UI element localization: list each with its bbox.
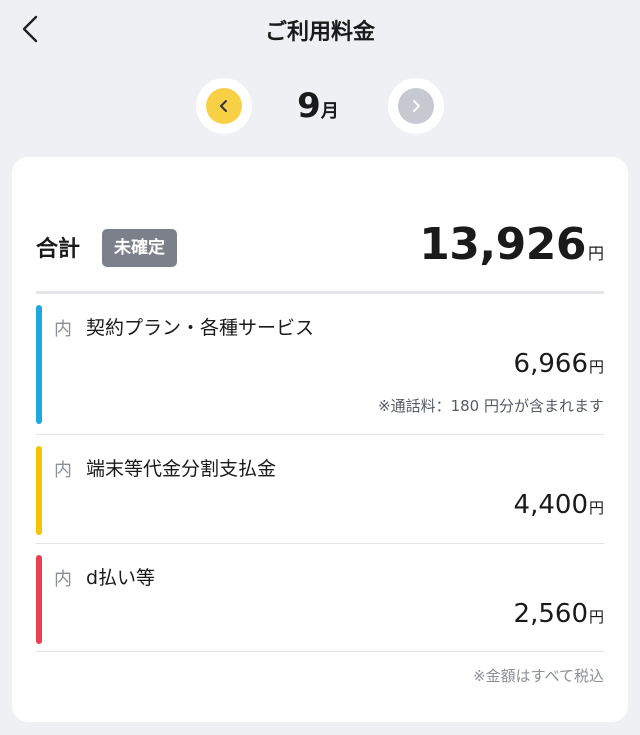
total-value: 13,926 (419, 219, 586, 270)
item-currency: 円 (588, 358, 604, 376)
total-currency: 円 (587, 244, 604, 263)
item-prefix: 内 (54, 569, 72, 590)
chevron-left-icon (220, 100, 227, 112)
item-amount: 4,400円 (514, 490, 604, 520)
item-prefix: 内 (54, 460, 72, 481)
total-row: 合計 未確定 13,926 円 (36, 219, 604, 291)
month-navigator: 9月 (0, 78, 640, 136)
month-number: 9 (297, 86, 321, 126)
month-unit: 月 (320, 101, 339, 122)
item-amount-value: 2,560 (513, 599, 588, 629)
tax-footnote: ※金額はすべて税込 (473, 667, 604, 685)
item-currency: 円 (588, 608, 604, 626)
item-name: d払い等 (86, 567, 156, 589)
item-currency: 円 (588, 499, 604, 517)
charge-item-plan[interactable]: 内 契約プラン・各種サービス 6,966円 ※通話料：180 円分が含まれます (36, 297, 604, 432)
chevron-right-icon (413, 100, 420, 112)
charge-item-device[interactable]: 内 端末等代金分割支払金 4,400円 (36, 438, 604, 543)
total-amount: 13,926 円 (419, 219, 604, 270)
item-amount-value: 4,400 (513, 490, 588, 520)
next-month-button[interactable] (388, 78, 444, 134)
charges-card: 合計 未確定 13,926 円 内 契約プラン・各種サービス 6,966円 ※通話… (12, 157, 628, 722)
item-divider (36, 543, 604, 544)
item-divider (36, 434, 604, 435)
page-title: ご利用料金 (264, 20, 375, 45)
item-amount: 2,560円 (514, 599, 604, 629)
next-month-circle (398, 88, 434, 124)
category-color-bar (36, 446, 42, 535)
current-month: 9月 (270, 86, 366, 126)
total-label: 合計 (36, 237, 81, 262)
top-bar: ご利用料金 (0, 0, 640, 60)
previous-month-circle (206, 88, 242, 124)
total-divider (36, 291, 604, 294)
previous-month-button[interactable] (196, 78, 252, 134)
category-color-bar (36, 555, 42, 644)
item-note: ※通話料：180 円分が含まれます (378, 397, 604, 415)
item-name: 端末等代金分割支払金 (86, 458, 277, 480)
item-prefix: 内 (54, 319, 72, 340)
charge-item-dpay[interactable]: 内 d払い等 2,560円 (36, 547, 604, 652)
status-badge: 未確定 (102, 229, 177, 267)
item-divider (36, 651, 604, 652)
category-color-bar (36, 305, 42, 424)
item-amount: 6,966円 (514, 349, 604, 379)
item-amount-value: 6,966 (513, 349, 588, 379)
item-name: 契約プラン・各種サービス (86, 317, 315, 339)
